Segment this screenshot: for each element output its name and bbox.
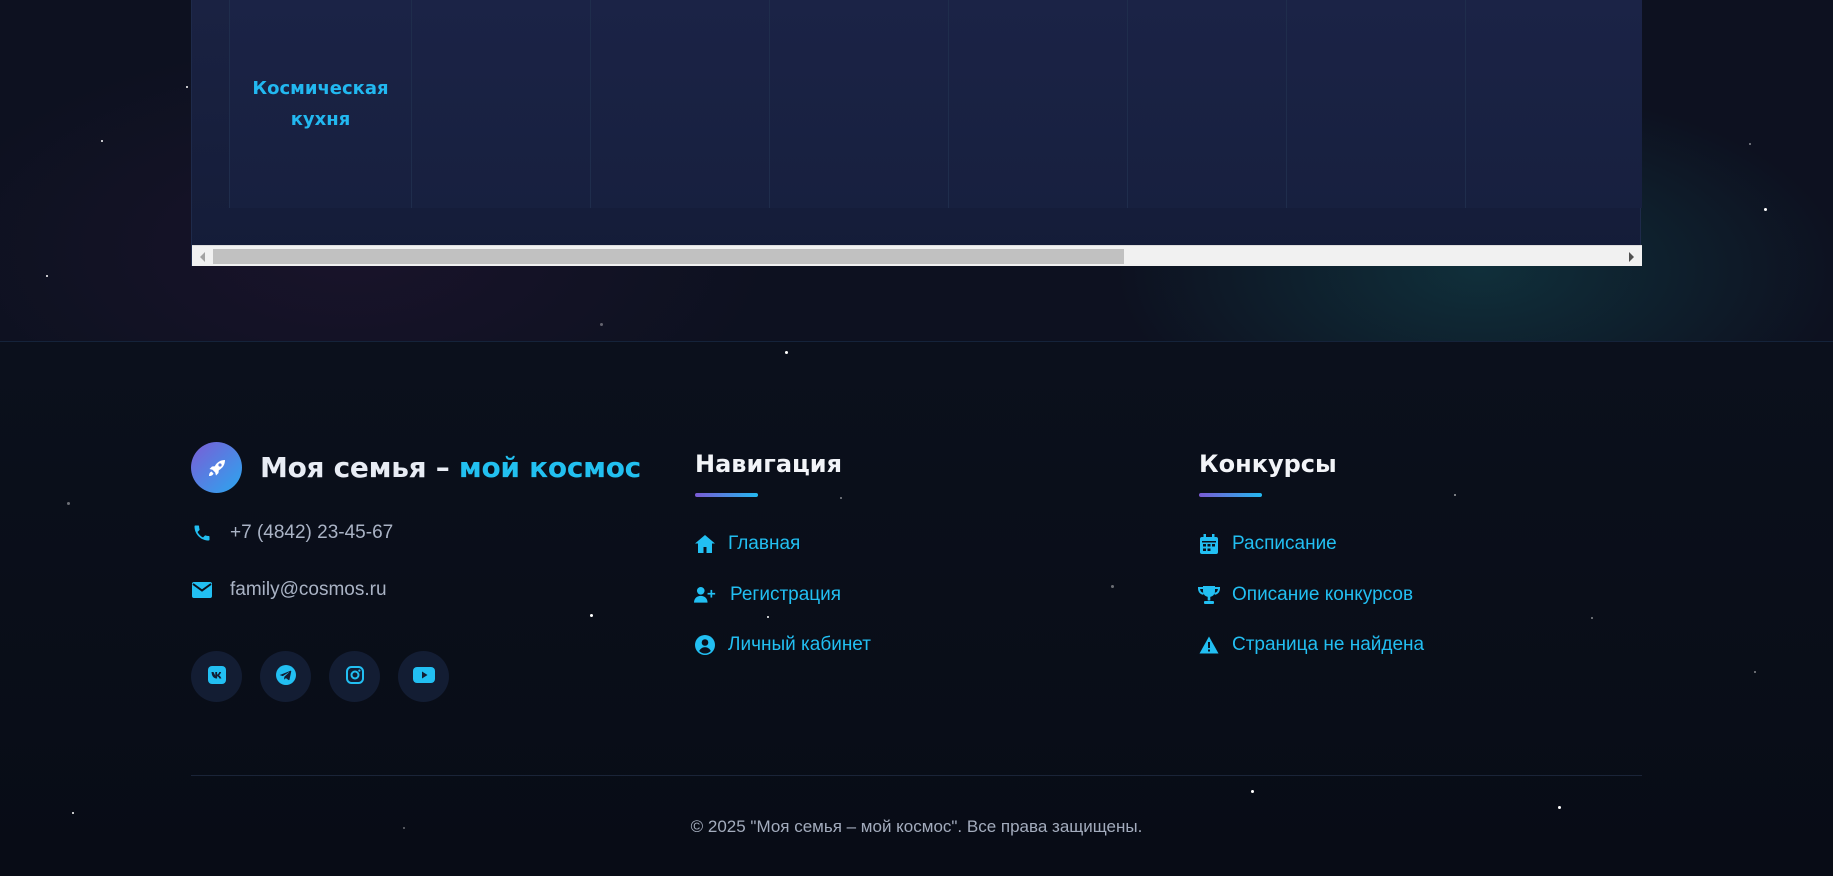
scroll-right-arrow-icon[interactable] <box>1621 246 1642 267</box>
table-cell-activity: Космическая кухня <box>229 0 412 208</box>
page: Космическая кухня Моя семья – мой космос… <box>0 0 1833 876</box>
star-decoration <box>590 614 593 617</box>
home-icon <box>694 533 716 555</box>
star-decoration <box>1111 585 1114 588</box>
contests-heading-underline <box>1199 493 1262 497</box>
schedule-section: Космическая кухня <box>0 0 1833 342</box>
star-decoration <box>403 827 405 829</box>
footer-divider <box>191 775 1642 776</box>
calendar-icon <box>1198 533 1220 555</box>
star-decoration <box>785 351 788 354</box>
youtube-button[interactable] <box>398 651 449 702</box>
contest-link-label: Расписание <box>1232 533 1337 554</box>
contest-link-label: Страница не найдена <box>1232 634 1425 655</box>
brand-title-accent: мой космос <box>458 451 641 484</box>
star-decoration <box>67 502 70 505</box>
table-cell <box>1128 0 1287 208</box>
nav-link-label: Регистрация <box>730 584 842 605</box>
table-cell <box>1466 0 1642 208</box>
star-decoration <box>1754 671 1756 673</box>
nav-link-home[interactable]: Главная <box>694 533 800 555</box>
star-decoration <box>46 275 48 277</box>
table-cell <box>591 0 770 208</box>
star-decoration <box>1591 617 1593 619</box>
footer-brand[interactable]: Моя семья – мой космос <box>191 442 641 493</box>
scroll-left-arrow-icon[interactable] <box>192 246 213 267</box>
rocket-icon <box>191 442 242 493</box>
scrollbar-thumb[interactable] <box>213 249 1124 264</box>
navigation-heading: Навигация <box>695 450 843 478</box>
navigation-heading-underline <box>695 493 758 497</box>
table-cell <box>770 0 949 208</box>
vk-button[interactable] <box>191 651 242 702</box>
contest-link-not-found[interactable]: Страница не найдена <box>1198 634 1424 656</box>
table-cell <box>949 0 1128 208</box>
contact-phone[interactable]: +7 (4842) 23-45-67 <box>191 522 393 544</box>
schedule-table-container: Космическая кухня <box>191 0 1642 266</box>
phone-icon <box>191 522 213 544</box>
star-decoration <box>1558 806 1561 809</box>
star-decoration <box>1454 494 1456 496</box>
copyright-text: © 2025 "Моя семья – мой космос". Все пра… <box>690 817 1143 836</box>
horizontal-scrollbar[interactable] <box>192 245 1642 266</box>
contest-link-descriptions[interactable]: Описание конкурсов <box>1198 584 1413 606</box>
footer: Моя семья – мой космос +7 (4842) 23-45-6… <box>0 342 1833 876</box>
table-cell <box>1287 0 1466 208</box>
social-links <box>191 651 449 702</box>
activity-name: Космическая кухня <box>252 78 389 130</box>
table-cell <box>412 0 591 208</box>
star-decoration <box>186 86 188 88</box>
nav-link-label: Личный кабинет <box>728 634 871 655</box>
contact-email[interactable]: family@cosmos.ru <box>191 579 387 601</box>
user-circle-icon <box>694 634 716 656</box>
star-decoration <box>1764 208 1767 211</box>
star-decoration <box>1251 790 1254 793</box>
star-decoration <box>1749 143 1751 145</box>
email-address: family@cosmos.ru <box>230 579 387 600</box>
instagram-icon <box>345 665 364 688</box>
star-decoration <box>767 616 769 618</box>
star-decoration <box>101 140 103 142</box>
contest-link-label: Описание конкурсов <box>1232 584 1414 605</box>
nav-link-cabinet[interactable]: Личный кабинет <box>694 634 871 656</box>
youtube-icon <box>412 666 435 687</box>
trophy-icon <box>1198 584 1220 606</box>
star-decoration <box>72 812 74 814</box>
warning-icon <box>1198 634 1220 656</box>
brand-title: Моя семья – мой космос <box>260 451 641 484</box>
nav-link-registration[interactable]: Регистрация <box>694 584 841 606</box>
star-decoration <box>840 497 842 499</box>
contest-link-schedule[interactable]: Расписание <box>1198 533 1337 555</box>
contests-heading: Конкурсы <box>1199 450 1337 478</box>
telegram-icon <box>275 664 296 689</box>
envelope-icon <box>191 579 213 601</box>
phone-number: +7 (4842) 23-45-67 <box>230 522 394 543</box>
star-decoration <box>600 323 603 326</box>
brand-title-main: Моя семья – <box>260 451 459 484</box>
instagram-button[interactable] <box>329 651 380 702</box>
table-row: Космическая кухня <box>229 0 1642 208</box>
vk-icon <box>207 665 226 688</box>
telegram-button[interactable] <box>260 651 311 702</box>
user-plus-icon <box>694 584 716 606</box>
nav-link-label: Главная <box>728 533 801 554</box>
